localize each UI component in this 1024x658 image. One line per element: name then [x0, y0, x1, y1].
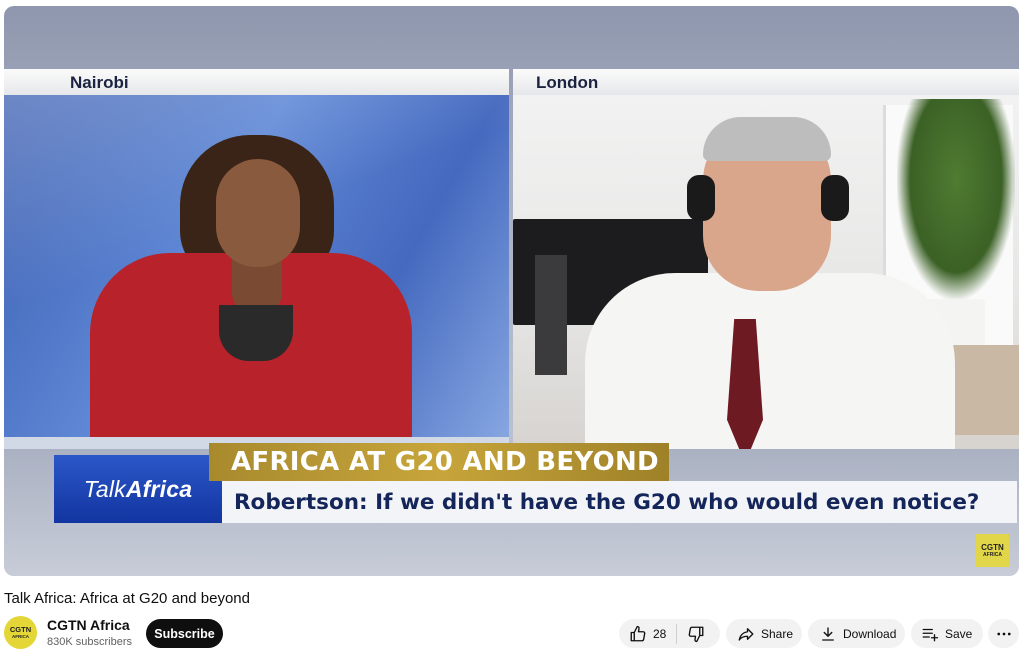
- share-button[interactable]: Share: [726, 619, 802, 648]
- like-button[interactable]: 28: [619, 619, 676, 648]
- avatar-line1: CGTN: [9, 624, 32, 634]
- subscribe-button[interactable]: Subscribe: [146, 619, 223, 648]
- video-player[interactable]: Nairobi London Robertson: If we didn't h…: [4, 6, 1019, 576]
- avatar-line2: AFRICA: [12, 633, 29, 639]
- guest-hair: [703, 117, 831, 161]
- location-label-london: London: [536, 73, 599, 92]
- watermark-line2: AFRICA: [983, 552, 1002, 558]
- right-video-panel: London: [513, 69, 1019, 451]
- download-label: Download: [843, 626, 897, 641]
- location-label-nairobi: Nairobi: [70, 73, 129, 92]
- location-label-bar: Nairobi: [4, 69, 509, 95]
- show-logo-part1: Talk: [83, 475, 126, 502]
- channel-name[interactable]: CGTN Africa: [47, 617, 130, 633]
- headline-text: AFRICA AT G20 AND BEYOND: [231, 447, 659, 477]
- anchor-top: [219, 305, 293, 361]
- download-button[interactable]: Download: [808, 619, 905, 648]
- thumbs-up-icon: [629, 625, 647, 643]
- dislike-button[interactable]: [677, 619, 715, 648]
- subline-bar: Robertson: If we didn't have the G20 who…: [222, 481, 1017, 523]
- show-logo-part2: Africa: [125, 475, 193, 502]
- headset-right: [821, 175, 849, 221]
- headline-bar: AFRICA AT G20 AND BEYOND: [209, 443, 669, 481]
- subscriber-count: 830K subscribers: [47, 636, 132, 648]
- video-title: Talk Africa: Africa at G20 and beyond: [4, 590, 250, 607]
- left-video-panel: Nairobi: [4, 69, 509, 451]
- share-label: Share: [761, 626, 794, 641]
- show-logo: TalkAfrica: [54, 455, 222, 523]
- channel-watermark: CGTN AFRICA: [976, 534, 1009, 567]
- anchor-face: [216, 159, 300, 267]
- office-background: [513, 95, 1019, 451]
- save-label: Save: [945, 626, 973, 641]
- show-logo-text: TalkAfrica: [84, 476, 193, 503]
- guest-shirt: [585, 273, 955, 451]
- headset-left: [687, 175, 715, 221]
- plant: [897, 99, 1015, 299]
- monitor-stand: [535, 255, 567, 375]
- watermark-line1: CGTN: [981, 543, 1004, 552]
- download-icon: [819, 625, 837, 643]
- save-playlist-icon: [921, 625, 939, 643]
- like-count: 28: [653, 626, 667, 641]
- more-actions-button[interactable]: [988, 619, 1019, 648]
- share-arrow-icon: [737, 625, 755, 643]
- thumbs-down-icon: [687, 625, 705, 643]
- subline-text: Robertson: If we didn't have the G20 who…: [234, 489, 980, 515]
- studio-background: [4, 95, 509, 451]
- location-label-bar: London: [513, 69, 1019, 95]
- like-dislike-group: 28: [619, 619, 720, 648]
- save-button[interactable]: Save: [911, 619, 983, 648]
- more-dots-icon: [995, 625, 1013, 643]
- channel-avatar[interactable]: CGTN AFRICA: [4, 616, 37, 649]
